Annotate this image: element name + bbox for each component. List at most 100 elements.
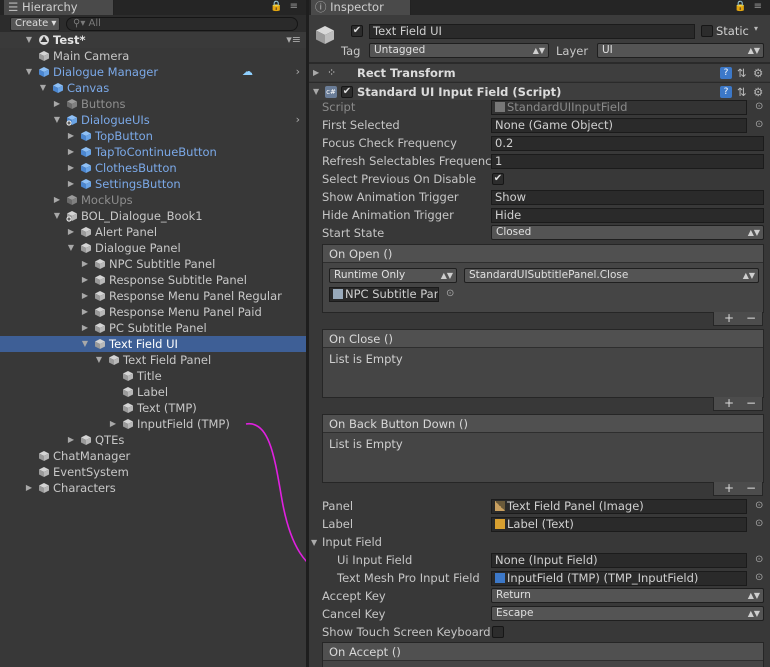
hierarchy-row[interactable]: ▼ Text Field Panel <box>0 352 306 368</box>
hierarchy-row[interactable]: Title <box>0 368 306 384</box>
hierarchy-row[interactable]: Text (TMP) <box>0 400 306 416</box>
hierarchy-row[interactable]: ▶ Response Menu Panel Paid <box>0 304 306 320</box>
help-icon[interactable]: ? <box>720 67 732 79</box>
expand-arrow-icon[interactable]: ▼ <box>52 208 62 224</box>
input-field-foldout-icon[interactable]: ▼ <box>311 538 317 547</box>
hierarchy-row[interactable]: ▼ Dialogue Manager ☁ › <box>0 64 306 80</box>
accept-key-dropdown[interactable]: Return ▲▼ <box>491 588 764 603</box>
touch-keyboard-checkbox[interactable] <box>492 626 504 638</box>
remove-button[interactable]: − <box>746 482 756 494</box>
collapse-arrow-icon[interactable]: ▶ <box>66 432 76 448</box>
add-button[interactable]: + <box>724 482 734 494</box>
hierarchy-row[interactable]: ▶ Response Menu Panel Regular <box>0 288 306 304</box>
hierarchy-row[interactable]: ▼ Text Field UI <box>0 336 306 352</box>
runtime-dropdown[interactable]: Runtime Only ▲▼ <box>329 268 457 283</box>
collapse-arrow-icon[interactable]: ▶ <box>80 304 90 320</box>
refresh-frequency-field[interactable]: 1 <box>491 154 764 169</box>
hierarchy-row[interactable]: ▶ TapToContinueButton <box>0 144 306 160</box>
expand-arrow-icon[interactable]: ▼ <box>38 80 48 96</box>
hierarchy-tab-menu[interactable]: 🔒 ≡ <box>270 1 300 12</box>
hierarchy-row[interactable]: ▼ BOL_Dialogue_Book1 <box>0 208 306 224</box>
collapse-arrow-icon[interactable]: ▶ <box>66 176 76 192</box>
expand-arrow-icon[interactable]: ▼ <box>94 352 104 368</box>
hierarchy-row[interactable]: ▼ DialogueUIs › <box>0 112 306 128</box>
hierarchy-row[interactable]: ▶ SettingsButton <box>0 176 306 192</box>
static-checkbox[interactable] <box>701 25 713 37</box>
active-checkbox[interactable]: ✔ <box>351 25 363 37</box>
chevron-right-icon[interactable]: › <box>296 112 300 128</box>
start-state-dropdown[interactable]: Closed ▲▼ <box>491 225 764 240</box>
show-animation-field[interactable]: Show <box>491 190 764 205</box>
tmp-input-field[interactable]: InputField (TMP) (TMP_InputField) <box>491 571 747 586</box>
object-name-field[interactable]: Text Field UI <box>369 24 695 39</box>
first-selected-field[interactable]: None (Game Object) <box>491 118 747 133</box>
object-picker-icon[interactable]: ⊙ <box>755 101 763 112</box>
scene-row[interactable]: ▼ Test* ▾≡ <box>0 32 306 48</box>
label-field[interactable]: Label (Text) <box>491 517 747 532</box>
remove-button[interactable]: − <box>746 312 756 324</box>
hierarchy-row[interactable]: ▼ Dialogue Panel <box>0 240 306 256</box>
layer-dropdown[interactable]: UI ▲▼ <box>597 43 764 58</box>
cancel-key-dropdown[interactable]: Escape ▲▼ <box>491 606 764 621</box>
add-button[interactable]: + <box>724 397 734 409</box>
help-icon[interactable]: ? <box>720 86 732 98</box>
script-component-header[interactable]: ▼ c# ✔ Standard UI Input Field (Script) … <box>309 82 770 100</box>
create-button[interactable]: Create ▾ <box>10 17 60 31</box>
scene-menu-icon[interactable]: ▾≡ <box>286 32 301 48</box>
hierarchy-row[interactable]: ▶ ClothesButton <box>0 160 306 176</box>
collapse-arrow-icon[interactable]: ▶ <box>66 160 76 176</box>
object-picker-icon[interactable]: ⊙ <box>446 288 454 299</box>
gear-icon[interactable]: ⚙ <box>753 64 763 82</box>
collapse-arrow-icon[interactable]: ▶ <box>66 144 76 160</box>
hierarchy-row[interactable]: EventSystem <box>0 464 306 480</box>
expand-arrow-icon[interactable]: ▼ <box>66 240 76 256</box>
hierarchy-row[interactable]: ▶ Alert Panel <box>0 224 306 240</box>
inspector-tab-menu[interactable]: 🔒 ≡ <box>734 1 764 12</box>
hierarchy-row[interactable]: Label <box>0 384 306 400</box>
collapse-arrow-icon[interactable]: ▶ <box>80 320 90 336</box>
collapse-arrow-icon[interactable]: ▶ <box>80 288 90 304</box>
preset-icon[interactable]: ⇅ <box>737 83 747 101</box>
collapse-arrow-icon[interactable]: ▼ <box>313 83 319 101</box>
add-button[interactable]: + <box>724 312 734 324</box>
object-picker-icon[interactable]: ⊙ <box>755 119 763 130</box>
collapse-arrow-icon[interactable]: ▶ <box>24 480 34 496</box>
focus-frequency-field[interactable]: 0.2 <box>491 136 764 151</box>
gear-icon[interactable]: ⚙ <box>753 83 763 101</box>
component-enabled-checkbox[interactable]: ✔ <box>341 86 353 98</box>
preset-icon[interactable]: ⇅ <box>737 64 747 82</box>
tab-hierarchy[interactable]: ☰ Hierarchy <box>4 0 114 15</box>
hierarchy-row[interactable]: ▼ Canvas <box>0 80 306 96</box>
collapse-arrow-icon[interactable]: ▶ <box>80 256 90 272</box>
hide-animation-field[interactable]: Hide <box>491 208 764 223</box>
collapse-arrow-icon[interactable]: ▶ <box>108 416 118 432</box>
object-picker-icon[interactable]: ⊙ <box>755 554 763 565</box>
chevron-right-icon[interactable]: › <box>296 64 300 80</box>
collapse-arrow-icon[interactable]: ▶ <box>80 272 90 288</box>
collapse-arrow-icon[interactable]: ▶ <box>52 192 62 208</box>
remove-button[interactable]: − <box>746 397 756 409</box>
hierarchy-row[interactable]: ▶ Characters <box>0 480 306 496</box>
panel-field[interactable]: Text Field Panel (Image) <box>491 499 747 514</box>
ui-input-field[interactable]: None (Input Field) <box>491 553 747 568</box>
collapse-arrow-icon[interactable]: ▶ <box>313 64 319 82</box>
object-picker-icon[interactable]: ⊙ <box>755 518 763 529</box>
hierarchy-row[interactable]: ▶ MockUps <box>0 192 306 208</box>
hierarchy-row[interactable]: ▶ Response Subtitle Panel <box>0 272 306 288</box>
collapse-arrow-icon[interactable]: ▶ <box>66 128 76 144</box>
hierarchy-row[interactable]: ▶ QTEs <box>0 432 306 448</box>
object-picker-icon[interactable]: ⊙ <box>755 500 763 511</box>
hierarchy-row[interactable]: ▶ NPC Subtitle Panel <box>0 256 306 272</box>
static-dropdown-icon[interactable]: ▾ <box>754 24 758 33</box>
tab-inspector[interactable]: ⓘ Inspector <box>311 0 411 15</box>
hierarchy-row[interactable]: ▶ InputField (TMP) <box>0 416 306 432</box>
input-field-foldout-label[interactable]: Input Field <box>322 534 382 550</box>
hierarchy-search-input[interactable]: ⚲▾ All <box>66 17 298 31</box>
hierarchy-row[interactable]: ▶ TopButton <box>0 128 306 144</box>
expand-arrow-icon[interactable]: ▼ <box>80 336 90 352</box>
hierarchy-row[interactable]: ChatManager <box>0 448 306 464</box>
hierarchy-row[interactable]: ▶ Buttons <box>0 96 306 112</box>
rect-transform-header[interactable]: ▶ ⁘ Rect Transform ? ⇅ ⚙ <box>309 63 770 81</box>
object-picker-icon[interactable]: ⊙ <box>755 572 763 583</box>
target-object-field[interactable]: NPC Subtitle Par <box>329 287 439 302</box>
